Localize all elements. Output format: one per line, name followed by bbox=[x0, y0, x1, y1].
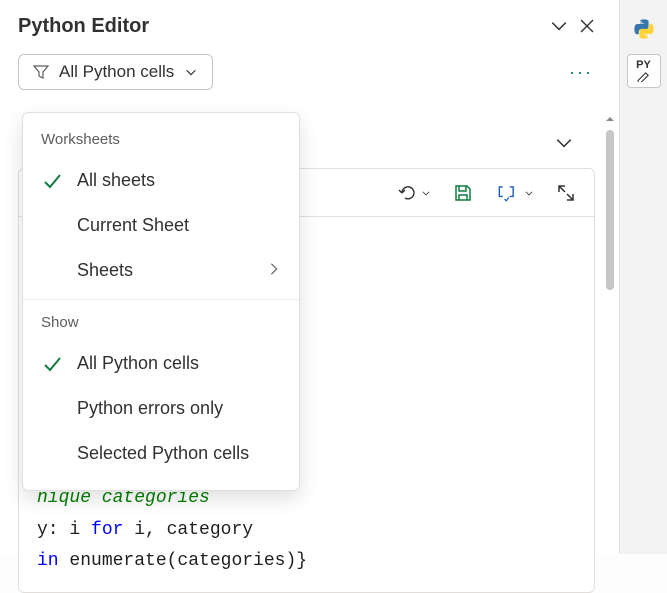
save-icon bbox=[453, 183, 473, 203]
menu-divider bbox=[23, 299, 299, 300]
filter-menu: Worksheets All sheets Current Sheet Shee… bbox=[22, 112, 300, 491]
scroll-up-icon bbox=[605, 112, 615, 126]
expand-button[interactable] bbox=[556, 183, 576, 203]
py-edit-icon: PY bbox=[636, 60, 651, 82]
chevron-down-icon bbox=[555, 134, 573, 152]
menu-item-all-sheets[interactable]: All sheets bbox=[23, 158, 299, 203]
chevron-down-icon bbox=[184, 65, 198, 79]
save-button[interactable] bbox=[453, 183, 473, 203]
python-icon bbox=[633, 18, 655, 40]
filter-icon bbox=[33, 64, 49, 80]
check-icon bbox=[41, 354, 63, 374]
scrollbar[interactable] bbox=[605, 112, 615, 550]
right-rail: PY bbox=[619, 0, 667, 554]
chevron-down-icon bbox=[524, 188, 534, 198]
undo-icon bbox=[398, 183, 418, 203]
filter-label: All Python cells bbox=[59, 62, 174, 82]
check-icon bbox=[41, 171, 63, 191]
close-icon bbox=[579, 18, 595, 34]
python-logo-button[interactable] bbox=[627, 12, 661, 46]
expand-icon bbox=[556, 183, 576, 203]
menu-item-python-errors-only[interactable]: Python errors only bbox=[23, 386, 299, 431]
menu-item-selected-python-cells[interactable]: Selected Python cells bbox=[23, 431, 299, 476]
chevron-down-icon bbox=[550, 17, 568, 35]
python-editor-rail-button[interactable]: PY bbox=[627, 54, 661, 88]
scroll-thumb[interactable] bbox=[606, 130, 614, 290]
collapse-pane-button[interactable] bbox=[545, 12, 573, 40]
brackets-icon bbox=[495, 183, 521, 203]
section-collapse-button[interactable] bbox=[555, 134, 573, 155]
more-options-button[interactable]: ··· bbox=[561, 58, 601, 87]
menu-item-current-sheet[interactable]: Current Sheet bbox=[23, 203, 299, 248]
menu-item-sheets[interactable]: Sheets bbox=[23, 248, 299, 293]
chevron-down-icon bbox=[421, 188, 431, 198]
editor-pane: Python Editor All Python cells ··· bbox=[0, 0, 619, 554]
menu-item-all-python-cells[interactable]: All Python cells bbox=[23, 341, 299, 386]
output-type-button[interactable] bbox=[495, 183, 534, 203]
menu-section-show: Show bbox=[23, 306, 299, 341]
undo-button[interactable] bbox=[398, 183, 431, 203]
toolbar: All Python cells ··· bbox=[0, 48, 619, 100]
menu-section-worksheets: Worksheets bbox=[23, 123, 299, 158]
filter-dropdown[interactable]: All Python cells bbox=[18, 54, 213, 90]
close-pane-button[interactable] bbox=[573, 12, 601, 40]
pane-title: Python Editor bbox=[18, 15, 545, 38]
chevron-right-icon bbox=[267, 260, 281, 281]
pane-header: Python Editor bbox=[0, 0, 619, 48]
